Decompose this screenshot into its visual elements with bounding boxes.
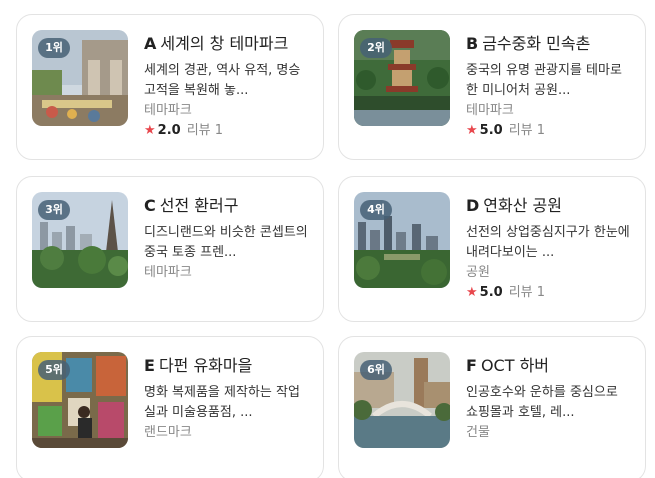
place-name: 세계의 창 테마파크 [160, 34, 289, 53]
rank-badge: 4위 [360, 200, 392, 220]
place-photo: 3위 [32, 192, 128, 288]
place-letter: E [144, 356, 155, 375]
place-category: 랜드마크 [144, 425, 192, 440]
rank-badge: 3위 [38, 200, 70, 220]
place-rating: ★ 5.0 리뷰 1 [466, 283, 631, 303]
place-description: 명화 복제품을 제작하는 작업실과 미술용품점, ... [144, 385, 300, 420]
place-name: 선전 환러구 [159, 196, 239, 215]
place-title[interactable]: E 다펀 유화마을 [144, 355, 309, 377]
rank-badge: 2위 [360, 38, 392, 58]
review-count[interactable]: 리뷰 1 [509, 285, 545, 300]
review-count[interactable]: 리뷰 1 [187, 123, 223, 138]
place-card-c[interactable]: 3위 C 선전 환러구 디즈니랜드와 비슷한 콘셉트의 중국 토종 프렌... 테… [16, 176, 324, 322]
place-letter: C [144, 196, 156, 215]
rating-score: 2.0 [157, 123, 181, 138]
rank-badge: 6위 [360, 360, 392, 380]
place-photo: 1위 [32, 30, 128, 126]
place-title[interactable]: B 금수중화 민속촌 [466, 33, 631, 55]
rating-score: 5.0 [479, 285, 503, 300]
place-category: 공원 [466, 265, 490, 280]
place-card-e[interactable]: 5위 E 다펀 유화마을 명화 복제품을 제작하는 작업실과 미술용품점, ...… [16, 336, 324, 478]
rank-badge: 1위 [38, 38, 70, 58]
place-name: 금수중화 민속촌 [482, 34, 591, 53]
place-description: 선전의 상업중심지구가 한눈에 내려다보이는 ... [466, 225, 630, 260]
place-photo: 6위 [354, 352, 450, 448]
star-icon: ★ [144, 123, 156, 138]
place-rating: ★ 5.0 리뷰 1 [466, 121, 631, 141]
place-description: 세계의 경관, 역사 유적, 명승 고적을 복원해 놓... [144, 63, 301, 98]
place-photo: 5위 [32, 352, 128, 448]
place-description: 디즈니랜드와 비슷한 콘셉트의 중국 토종 프렌... [144, 225, 308, 260]
place-title[interactable]: A 세계의 창 테마파크 [144, 33, 309, 55]
place-letter: D [466, 196, 480, 215]
place-category: 테마파크 [144, 265, 192, 280]
place-name: 연화산 공원 [483, 196, 562, 215]
place-title[interactable]: D 연화산 공원 [466, 195, 631, 217]
place-card-b[interactable]: 2위 B 금수중화 민속촌 중국의 유명 관광지를 테마로 한 미니어처 공원..… [338, 14, 646, 160]
place-category: 테마파크 [466, 103, 514, 118]
place-title[interactable]: C 선전 환러구 [144, 195, 309, 217]
place-letter: F [466, 356, 477, 375]
review-count[interactable]: 리뷰 1 [509, 123, 545, 138]
place-letter: B [466, 34, 479, 53]
star-icon: ★ [466, 285, 478, 300]
rank-badge: 5위 [38, 360, 70, 380]
place-letter: A [144, 34, 157, 53]
place-card-d[interactable]: 4위 D 연화산 공원 선전의 상업중심지구가 한눈에 내려다보이는 ... 공원… [338, 176, 646, 322]
place-category: 건물 [466, 425, 490, 440]
place-description: 중국의 유명 관광지를 테마로 한 미니어처 공원... [466, 63, 622, 98]
place-category: 테마파크 [144, 103, 192, 118]
place-card-a[interactable]: 1위 A 세계의 창 테마파크 세계의 경관, 역사 유적, 명승 고적을 복원해… [16, 14, 324, 160]
place-description: 인공호수와 운하를 중심으로 쇼핑몰과 호텔, 레... [466, 385, 618, 420]
place-title[interactable]: F OCT 하버 [466, 355, 631, 377]
star-icon: ★ [466, 123, 478, 138]
place-name: OCT 하버 [480, 356, 550, 375]
place-photo: 2위 [354, 30, 450, 126]
rating-score: 5.0 [479, 123, 503, 138]
place-name: 다펀 유화마을 [158, 356, 253, 375]
place-card-f[interactable]: 6위 F OCT 하버 인공호수와 운하를 중심으로 쇼핑몰과 호텔, 레... … [338, 336, 646, 478]
place-rating: ★ 2.0 리뷰 1 [144, 121, 309, 141]
place-photo: 4위 [354, 192, 450, 288]
